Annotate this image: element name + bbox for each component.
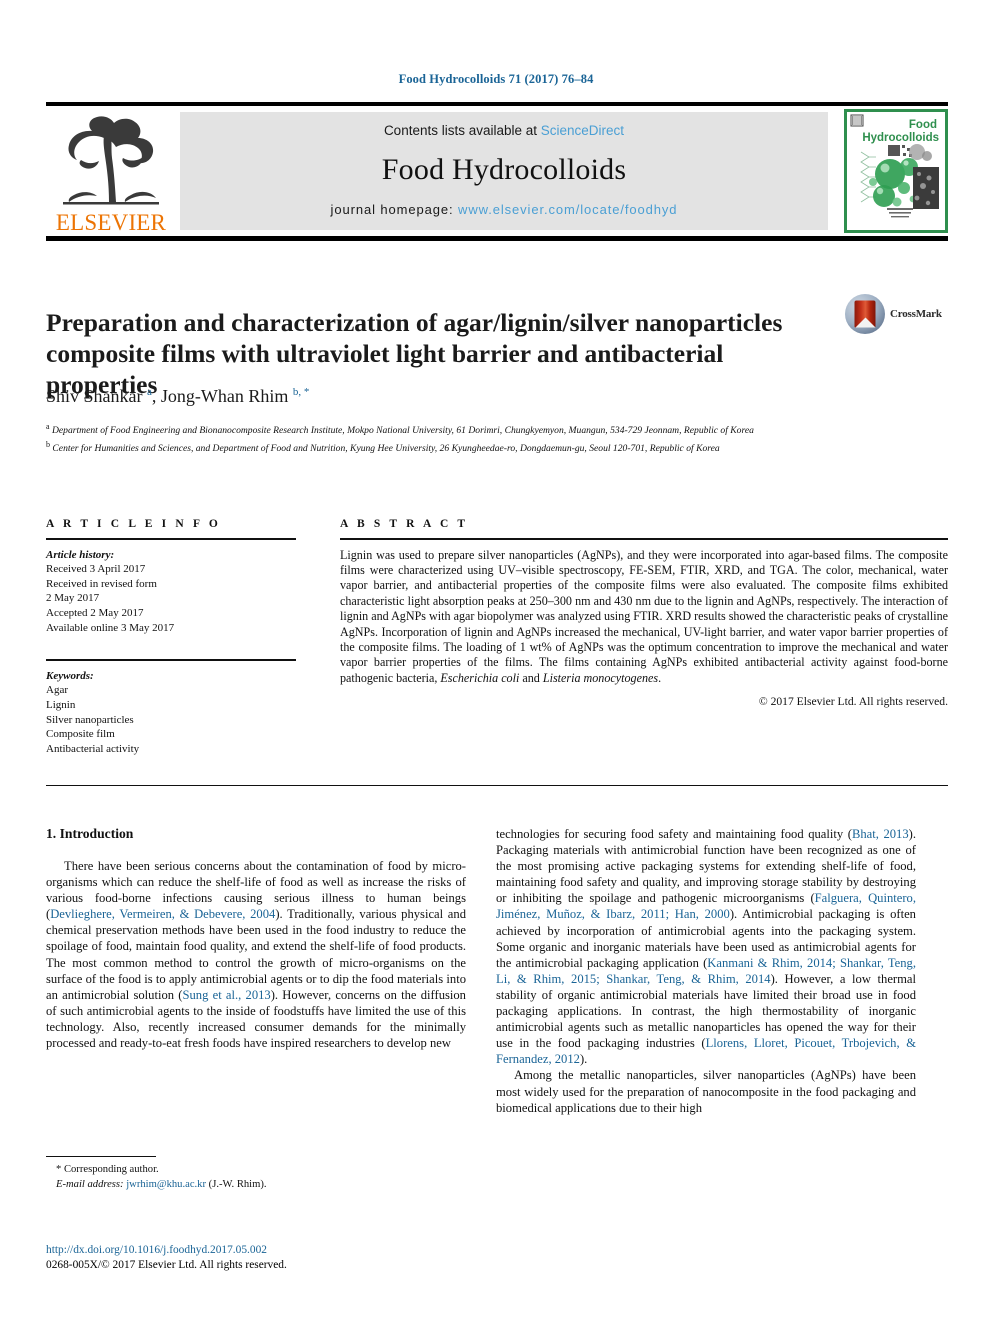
journal-cover-thumbnail: Food Hydrocolloids bbox=[844, 109, 948, 233]
paragraph: There have been serious concerns about t… bbox=[46, 858, 466, 1051]
masthead-bottom-rule bbox=[46, 236, 948, 241]
contents-prefix: Contents lists available at bbox=[383, 123, 541, 138]
journal-masthead: ELSEVIER Contents lists available at Sci… bbox=[46, 102, 948, 241]
journal-title: Food Hydrocolloids bbox=[381, 153, 627, 186]
keyword-item: Agar bbox=[46, 684, 68, 697]
citation-link[interactable]: Devlieghere, Vermeiren, & Debevere, 2004 bbox=[50, 907, 275, 921]
journal-homepage-line: journal homepage: www.elsevier.com/locat… bbox=[331, 202, 678, 217]
authors-text: Shiv Shankar a, Jong-Whan Rhim b, * bbox=[46, 386, 310, 406]
doi-block: http://dx.doi.org/10.1016/j.foodhyd.2017… bbox=[46, 1243, 466, 1273]
crossmark-label: CrossMark bbox=[890, 308, 942, 320]
footnote-block: * Corresponding author. E-mail address: … bbox=[46, 1156, 466, 1192]
paragraph: technologies for securing food safety an… bbox=[496, 826, 916, 1067]
abstract-text: Lignin was used to prepare silver nanopa… bbox=[340, 548, 948, 687]
history-item: 2 May 2017 bbox=[46, 592, 100, 605]
journal-banner: Contents lists available at ScienceDirec… bbox=[180, 112, 828, 230]
abstract-italic-2: Listeria monocytogenes bbox=[542, 670, 659, 685]
history-item: Received in revised form bbox=[46, 577, 157, 590]
footnote-text: * Corresponding author. E-mail address: … bbox=[46, 1163, 466, 1192]
journal-cover-cell: Food Hydrocolloids bbox=[832, 106, 948, 236]
affiliation-a-text: Department of Food Engineering and Biona… bbox=[51, 425, 754, 437]
contents-available-line: Contents lists available at ScienceDirec… bbox=[384, 123, 624, 138]
citation-link[interactable]: Bhat, 2013 bbox=[852, 827, 909, 841]
abstract-end: . bbox=[658, 670, 662, 685]
author-list: Shiv Shankar a, Jong-Whan Rhim b, * bbox=[46, 386, 906, 407]
elsevier-wordmark: ELSEVIER bbox=[55, 210, 167, 235]
keywords-rule bbox=[46, 659, 296, 661]
keywords-block: Keywords: Agar Lignin Silver nanoparticl… bbox=[46, 669, 296, 757]
keywords-label: Keywords: bbox=[46, 669, 94, 682]
svg-text:Food: Food bbox=[909, 119, 937, 131]
history-item: Available online 3 May 2017 bbox=[46, 621, 175, 634]
crossmark-badge[interactable]: CrossMark bbox=[845, 292, 950, 336]
para-text: ). bbox=[579, 1052, 588, 1067]
body-column-left: 1. Introduction There have been serious … bbox=[46, 826, 466, 1051]
homepage-url-link[interactable]: www.elsevier.com/locate/foodhyd bbox=[458, 202, 677, 217]
email-suffix: (J.-W. Rhim). bbox=[206, 1178, 267, 1190]
abstract-rule bbox=[340, 538, 948, 540]
affiliation-a: a Department of Food Engineering and Bio… bbox=[46, 422, 754, 437]
affiliation-b: b Center for Humanities and Sciences, an… bbox=[46, 439, 720, 454]
email-label: E-mail address: bbox=[56, 1178, 127, 1190]
paragraph: Among the metallic nanoparticles, silver… bbox=[496, 1068, 916, 1115]
abstract-part1: Lignin was used to prepare silver nanopa… bbox=[340, 547, 948, 685]
abstract-block: A B S T R A C T Lignin was used to prepa… bbox=[340, 518, 948, 708]
abstract-italic-1: Escherichia coli bbox=[440, 670, 520, 685]
article-history-label: Article history: bbox=[46, 548, 115, 561]
elsevier-logo: ELSEVIER bbox=[46, 106, 176, 236]
article-info-block: A R T I C L E I N F O Article history: R… bbox=[46, 518, 296, 756]
paper-page: Food Hydrocolloids 71 (2017) 76–84 ELSEV… bbox=[0, 0, 992, 1323]
abstract-heading: A B S T R A C T bbox=[340, 518, 469, 530]
abstract-mid: and bbox=[519, 670, 543, 685]
svg-text:Hydrocolloids: Hydrocolloids bbox=[862, 132, 939, 144]
sciencedirect-link[interactable]: ScienceDirect bbox=[541, 123, 624, 138]
elsevier-tree-icon bbox=[63, 116, 159, 205]
para-text: technologies for securing food safety an… bbox=[496, 827, 852, 841]
abstract-copyright: © 2017 Elsevier Ltd. All rights reserved… bbox=[758, 695, 948, 709]
journal-cover-artwork: Food Hydrocolloids bbox=[847, 112, 945, 230]
doi-link[interactable]: http://dx.doi.org/10.1016/j.foodhyd.2017… bbox=[46, 1243, 466, 1258]
affiliation-b-text: Center for Humanities and Sciences, and … bbox=[52, 442, 720, 454]
keyword-item: Lignin bbox=[46, 698, 76, 711]
keyword-item: Antibacterial activity bbox=[46, 742, 140, 755]
section-heading-introduction: 1. Introduction bbox=[46, 826, 134, 841]
article-info-heading: A R T I C L E I N F O bbox=[46, 518, 221, 530]
history-item: Received 3 April 2017 bbox=[46, 563, 146, 576]
article-info-rule bbox=[46, 538, 296, 540]
keyword-item: Silver nanoparticles bbox=[46, 713, 134, 726]
citation-link[interactable]: Sung et al., 2013 bbox=[183, 988, 271, 1002]
homepage-prefix: journal homepage: bbox=[330, 202, 459, 217]
email-line: E-mail address: jwrhim@khu.ac.kr (J.-W. … bbox=[56, 1178, 466, 1192]
corresponding-author-note: * Corresponding author. bbox=[56, 1164, 159, 1176]
history-item: Accepted 2 May 2017 bbox=[46, 606, 144, 619]
section-separator-rule bbox=[46, 785, 948, 787]
affiliations: a Department of Food Engineering and Bio… bbox=[46, 420, 846, 456]
article-history: Article history: Received 3 April 2017 R… bbox=[46, 548, 296, 636]
crossmark-icon bbox=[845, 294, 885, 334]
email-link[interactable]: jwrhim@khu.ac.kr bbox=[126, 1179, 206, 1190]
running-head: Food Hydrocolloids 71 (2017) 76–84 bbox=[398, 72, 594, 86]
footnote-rule bbox=[46, 1156, 156, 1158]
keyword-item: Composite film bbox=[46, 728, 115, 741]
issn-copyright-line: 0268-005X/© 2017 Elsevier Ltd. All right… bbox=[46, 1259, 287, 1271]
body-column-right: technologies for securing food safety an… bbox=[496, 826, 916, 1116]
